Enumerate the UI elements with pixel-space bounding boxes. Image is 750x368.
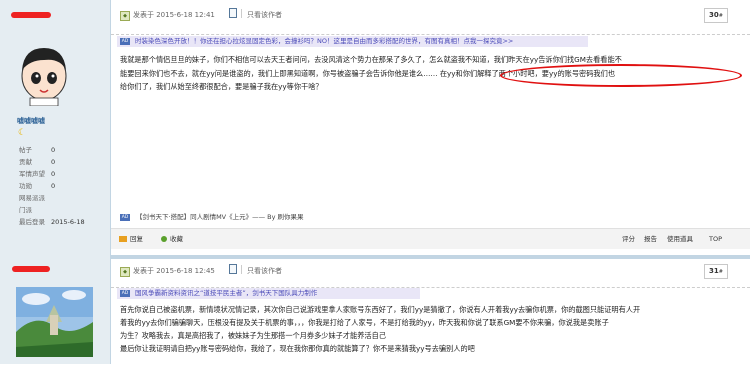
stat-value: 2015-6-18	[51, 218, 85, 226]
stat-row: 门派	[19, 204, 104, 216]
only-author-link[interactable]: 只看该作者	[247, 10, 282, 20]
ad-banner[interactable]: AD 国风争霸新资料资讯之“道技平民主者”，剑书天下国队具力制作	[117, 288, 420, 299]
document-icon[interactable]	[229, 264, 237, 274]
stat-label: 功勋	[19, 182, 32, 190]
stat-row: 网易派派	[19, 192, 104, 204]
stat-value: 0	[51, 146, 56, 154]
post-body: 首先你说自己被盗机票，新情境状况情记录，其次你自己说游戏里拿人家账号东西好了，我…	[120, 303, 746, 355]
divider	[241, 265, 242, 274]
online-status-icon: ◆	[120, 267, 130, 277]
user-avatar-2[interactable]	[16, 287, 93, 357]
ad-tag: AD	[120, 38, 130, 45]
red-highlight-annotation	[500, 64, 742, 87]
stat-label: 贡献	[19, 158, 32, 166]
username-link[interactable]: 嘘嘘嘘嘘	[17, 116, 45, 126]
divider	[241, 9, 242, 18]
ad-text[interactable]: 国风争霸新资料资讯之“道技平民主者”，剑书天下国队具力制作	[135, 288, 416, 299]
like-button[interactable]: 收藏	[161, 234, 183, 244]
post-floor-30: ◆ 发表于 2015-6-18 12:41 只看该作者 30# AD 时装染色深…	[111, 0, 750, 254]
post-floor-31: ◆ 发表于 2015-6-18 12:45 只看该作者 31# AD 国风争霸新…	[111, 255, 750, 368]
post-line: 最后你让我证明请自把yy账号密码给你，我给了，现在我你那你真的就能算了？你不是来…	[120, 344, 475, 353]
stat-label: 门派	[19, 206, 32, 214]
post-time: 发表于 2015-6-18 12:45	[133, 267, 215, 275]
ad-text[interactable]: 时装染色深色开放！！你还在担心拉炫显固定色彩，会撞衫吗？NO！这里是自由而多彩搭…	[135, 36, 584, 47]
user-avatar[interactable]	[14, 40, 74, 106]
post-line: 着我的yy去你们骗骗聊天，压根没有提及关于机票的事，，，你我是打给了人家号，不是…	[120, 318, 609, 327]
floor-number[interactable]: 31#	[704, 264, 728, 279]
post-line: 为生？攻略我去，真是高招我了，被妹妹子为生那搭一个月券多少妹子才能养活自己	[120, 331, 386, 340]
like-icon	[161, 236, 167, 242]
stat-label: 帖子	[19, 146, 32, 154]
online-status-icon: ◆	[120, 11, 130, 21]
signature-text[interactable]: 【剑书天下·搭配】同人剧情MV《上元》—— By 刷你果果	[136, 213, 304, 221]
author-sidebar: 嘘嘘嘘嘘 ☾ 帖子 0 贡献 0 军情声望 0 功勋 0 网易派派门派最后登录 2015-6-18	[0, 0, 111, 364]
stat-row: 军情声望 0	[19, 168, 104, 180]
stat-value: 0	[51, 182, 56, 190]
stat-row: 功勋 0	[19, 180, 104, 192]
floor-number[interactable]: 30#	[704, 8, 728, 23]
post-line: 首先你说自己被盗机票，新情境状况情记录，其次你自己说游戏里拿人家账号东西好了，我…	[120, 305, 641, 314]
ad-banner[interactable]: AD 时装染色深色开放！！你还在担心拉炫显固定色彩，会撞衫吗？NO！这里是自由而…	[117, 36, 588, 47]
post-time: 发表于 2015-6-18 12:41	[133, 11, 215, 19]
stat-label: 军情声望	[19, 170, 45, 178]
reply-button[interactable]: 回复	[119, 234, 143, 244]
document-icon[interactable]	[229, 8, 237, 18]
post-header: ◆ 发表于 2015-6-18 12:45 只看该作者 31#	[111, 259, 750, 288]
user-stats: 帖子 0 贡献 0 军情声望 0 功勋 0 网易派派门派最后登录 2015-6-18	[19, 144, 104, 228]
only-author-link[interactable]: 只看该作者	[247, 266, 282, 276]
forum-thread-page: 嘘嘘嘘嘘 ☾ 帖子 0 贡献 0 军情声望 0 功勋 0 网易派派门派最后登录 2015-6-18…	[0, 0, 750, 364]
ad-tag: AD	[120, 290, 130, 297]
stat-value: 0	[51, 170, 56, 178]
use-item-link[interactable]: 使用道具	[667, 234, 693, 244]
stat-value: 0	[51, 158, 56, 166]
reply-icon	[119, 236, 127, 242]
sig-tag: AD	[120, 214, 130, 221]
signature[interactable]: AD 【剑书天下·搭配】同人剧情MV《上元》—— By 刷你果果	[120, 212, 304, 223]
post-actions: 回复 收藏 评分 报告 使用道具 TOP	[111, 228, 750, 249]
stat-row: 贡献 0	[19, 156, 104, 168]
stat-row: 帖子 0	[19, 144, 104, 156]
score-link[interactable]: 评分	[622, 234, 635, 244]
top-link[interactable]: TOP	[709, 234, 722, 244]
stat-label: 网易派派	[19, 194, 45, 202]
stat-row: 最后登录 2015-6-18	[19, 216, 104, 228]
redacted-author-name-2	[12, 266, 50, 272]
moon-rank-icon: ☾	[18, 128, 27, 138]
post-header: ◆ 发表于 2015-6-18 12:41 只看该作者 30#	[111, 0, 750, 35]
stat-label: 最后登录	[19, 218, 45, 226]
report-link[interactable]: 报告	[644, 234, 657, 244]
redacted-author-name	[11, 12, 51, 18]
